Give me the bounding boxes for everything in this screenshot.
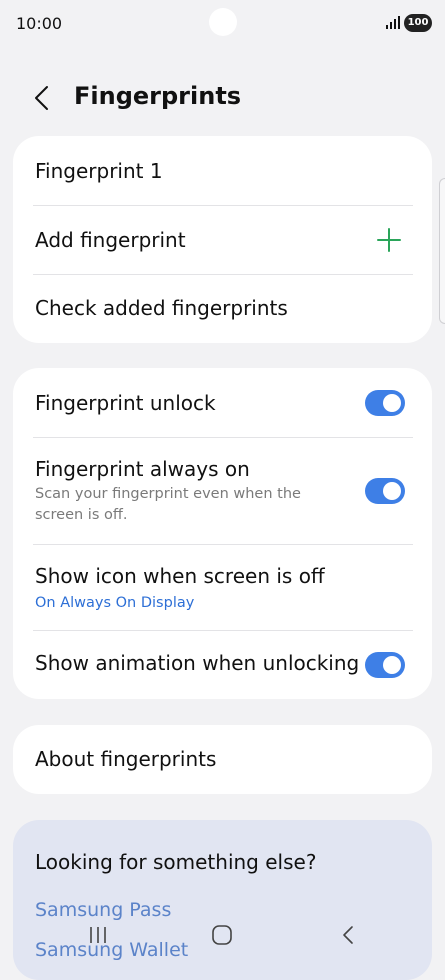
show-animation-item[interactable]: Show animation when unlocking	[13, 631, 432, 699]
camera-cutout	[209, 8, 237, 36]
nav-back-icon[interactable]	[333, 920, 363, 950]
check-added-fingerprints-label: Check added fingerprints	[35, 296, 288, 320]
show-icon-item[interactable]: Show icon when screen is off On Always O…	[13, 545, 432, 630]
back-button[interactable]	[30, 84, 56, 112]
fingerprint-unlock-toggle[interactable]	[365, 390, 405, 416]
add-fingerprint-label: Add fingerprint	[35, 228, 186, 252]
about-fingerprints-label: About fingerprints	[35, 747, 217, 771]
fingerprint-1-item[interactable]: Fingerprint 1	[13, 136, 432, 205]
status-bar: 10:00 100	[0, 0, 445, 50]
fingerprint-settings-card: Fingerprint unlock Fingerprint always on…	[13, 368, 432, 699]
fingerprint-always-on-label: Fingerprint always on	[35, 457, 250, 481]
page-title: Fingerprints	[74, 82, 242, 110]
fingerprint-always-on-item[interactable]: Fingerprint always on Scan your fingerpr…	[13, 438, 432, 544]
battery-icon: 100	[404, 14, 432, 32]
home-icon[interactable]	[207, 920, 237, 950]
status-time: 10:00	[16, 14, 63, 33]
navigation-bar	[0, 904, 445, 966]
header: Fingerprints	[0, 70, 445, 126]
plus-icon[interactable]	[376, 227, 402, 253]
fingerprint-unlock-label: Fingerprint unlock	[35, 391, 216, 415]
add-fingerprint-item[interactable]: Add fingerprint	[13, 206, 432, 274]
scroll-indicator[interactable]	[439, 178, 445, 324]
fingerprint-always-on-toggle[interactable]	[365, 478, 405, 504]
recent-apps-icon[interactable]	[83, 920, 113, 950]
show-animation-toggle[interactable]	[365, 652, 405, 678]
show-icon-label: Show icon when screen is off	[35, 564, 325, 588]
check-added-fingerprints-item[interactable]: Check added fingerprints	[13, 275, 432, 343]
about-fingerprints-item[interactable]: About fingerprints	[13, 725, 432, 794]
show-animation-label: Show animation when unlocking	[35, 651, 360, 675]
fingerprint-1-label: Fingerprint 1	[35, 159, 163, 183]
fingerprint-always-on-description: Scan your fingerprint even when the scre…	[35, 486, 301, 523]
about-card: About fingerprints	[13, 725, 432, 794]
fingerprint-unlock-item[interactable]: Fingerprint unlock	[13, 368, 432, 437]
fingerprints-card: Fingerprint 1 Add fingerprint Check adde…	[13, 136, 432, 343]
suggestions-title: Looking for something else?	[35, 850, 317, 874]
show-icon-value: On Always On Display	[35, 595, 195, 611]
signal-icon	[386, 16, 400, 29]
